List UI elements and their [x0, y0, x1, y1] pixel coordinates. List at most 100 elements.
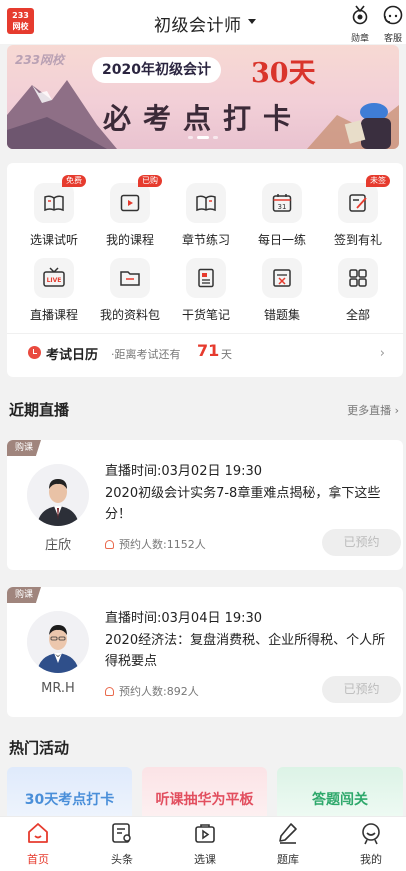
tab-label: 选课 — [194, 853, 216, 866]
booked-button[interactable]: 已预约 — [322, 676, 401, 703]
exam-countdown-days: 71 — [197, 341, 220, 360]
menu-my-materials[interactable]: 我的资料包 — [94, 258, 166, 323]
menu-label: 每日一练 — [257, 233, 306, 247]
app-logo: 233 网校 — [7, 8, 34, 34]
clock-icon — [28, 346, 41, 359]
chapter-book-icon — [196, 195, 216, 212]
menu-all[interactable]: 全部 — [322, 258, 394, 323]
menu-icon-tile: 未签 — [338, 175, 390, 223]
purchase-tag: 购课 — [7, 440, 41, 456]
activity-card-quiz[interactable]: 答题闯关 — [277, 767, 403, 817]
menu-icon-tile: 31 — [262, 183, 302, 223]
exam-calendar-title: 考试日历 — [46, 348, 99, 363]
sign-in-icon — [349, 194, 367, 212]
pencil-icon — [279, 823, 297, 844]
teacher-avatar — [27, 464, 89, 526]
menu-my-courses[interactable]: 已购 我的课程 — [94, 175, 166, 248]
activity-card-lottery[interactable]: 听课抽华为平板 — [142, 767, 267, 817]
live-time: 直播时间:03月02日 19:30 — [105, 464, 263, 479]
book-open-icon — [44, 195, 64, 212]
medal-icon — [352, 5, 368, 25]
news-icon — [112, 823, 131, 843]
home-icon — [28, 823, 48, 843]
exam-countdown-unit: 天 — [221, 348, 232, 361]
unsigned-badge: 未签 — [366, 175, 390, 187]
activities-section-title: 热门活动 — [9, 739, 70, 757]
calendar-icon: 31 — [272, 194, 292, 212]
menu-daily-practice[interactable]: 31 每日一练 — [246, 183, 318, 248]
banner-days: 30天 — [251, 58, 316, 89]
customer-service-label: 客服 — [383, 34, 402, 44]
live-section-title: 近期直播 — [9, 401, 70, 419]
tab-label: 首页 — [27, 853, 49, 866]
teacher-name: MR.H — [41, 681, 75, 696]
menu-label: 全部 — [345, 308, 370, 322]
appointment-count: 预约人数:892人 — [105, 683, 199, 699]
promo-banner[interactable]: 233网校 2020年初级会计 30天 必考点打卡 — [7, 45, 399, 149]
menu-icon-tile: 免费 — [34, 175, 86, 223]
tab-profile[interactable]: 我的 — [341, 821, 401, 867]
exam-subject-selector[interactable]: 初级会计师 — [154, 11, 242, 36]
live-card[interactable]: 购课 庄欣 直播时间:03月02日 19:30 2020初级会计实务7-8章重难… — [7, 440, 403, 570]
banner-pagination — [7, 124, 399, 143]
tab-question-bank[interactable]: 题库 — [258, 821, 318, 867]
free-badge: 免费 — [62, 175, 86, 187]
tab-courses[interactable]: 选课 — [175, 821, 235, 867]
menu-trial-courses[interactable]: 免费 选课试听 — [18, 175, 90, 248]
live-title: 2020经济法：复盘消费税、企业所得税、个人所得税要点 — [105, 633, 386, 669]
live-tv-icon: LIVE — [43, 267, 65, 287]
grid-icon — [349, 269, 367, 287]
menu-label: 干货笔记 — [181, 308, 230, 322]
live-card[interactable]: 购课 MR.H 直播时间:03月04日 19:30 2020经济法：复盘消费税、… — [7, 587, 403, 717]
wrong-questions-icon — [273, 269, 291, 287]
live-title: 2020初级会计实务7-8章重难点揭秘，拿下这些分！ — [105, 486, 381, 522]
menu-label: 签到有礼 — [333, 233, 382, 247]
menu-chapter-practice[interactable]: 章节练习 — [170, 183, 242, 248]
menu-icon-tile — [186, 258, 226, 298]
menu-label: 我的课程 — [105, 233, 154, 247]
banner-brand: 233网校 — [15, 53, 65, 67]
teacher-portrait — [27, 464, 89, 526]
calendar-day-text: 31 — [278, 203, 287, 211]
live-text: LIVE — [47, 277, 62, 284]
booked-button[interactable]: 已预约 — [322, 529, 401, 556]
tab-news[interactable]: 头条 — [92, 821, 152, 867]
medal-button[interactable]: 勋章 — [346, 4, 374, 44]
menu-label: 我的资料包 — [99, 308, 160, 322]
teacher-portrait — [27, 611, 89, 673]
appointment-count-text: 预约人数:1152人 — [119, 538, 206, 551]
tab-label: 头条 — [111, 853, 133, 866]
profile-icon — [362, 823, 380, 845]
menu-icon-tile — [338, 258, 378, 298]
menu-study-notes[interactable]: 干货笔记 — [170, 258, 242, 323]
menu-icon-tile — [262, 258, 302, 298]
menu-label: 选课试听 — [29, 233, 78, 247]
tab-home[interactable]: 首页 — [8, 821, 68, 867]
bottom-tab-bar: 首页 头条 选课 题库 我的 — [0, 816, 406, 871]
more-live-link[interactable]: 更多直播 › — [347, 402, 399, 418]
menu-icon-tile: LIVE — [34, 258, 74, 298]
banner-pill-text: 2020年初级会计 — [92, 57, 221, 83]
menu-icon-tile — [186, 183, 226, 223]
menu-icon-tile — [110, 258, 150, 298]
customer-service-button[interactable]: 客服 — [379, 4, 406, 44]
exam-countdown-prefix: ·距离考试还有 — [111, 348, 181, 361]
menu-wrong-questions[interactable]: 错题集 — [246, 258, 318, 323]
menu-live-courses[interactable]: LIVE 直播课程 — [18, 258, 90, 323]
activity-card-checkin[interactable]: 30天考点打卡 — [7, 767, 132, 817]
purchase-tag: 购课 — [7, 587, 41, 603]
menu-sign-in-gift[interactable]: 未签 签到有礼 — [322, 175, 394, 248]
exam-calendar-row[interactable]: 考试日历 ·距离考试还有 71 天 › — [7, 333, 403, 373]
appointment-count-text: 预约人数:892人 — [119, 685, 199, 698]
teacher-avatar — [27, 611, 89, 673]
page-dot — [213, 136, 218, 139]
page-dot — [188, 136, 193, 139]
chevron-right-icon: › — [379, 346, 385, 361]
appointment-count: 预约人数:1152人 — [105, 536, 206, 552]
tab-label: 题库 — [277, 853, 299, 866]
tab-label: 我的 — [360, 853, 382, 866]
activity-label: 听课抽华为平板 — [155, 792, 254, 808]
menu-label: 错题集 — [263, 308, 300, 322]
caret-down-icon[interactable] — [248, 19, 256, 24]
person-icon — [105, 540, 114, 549]
